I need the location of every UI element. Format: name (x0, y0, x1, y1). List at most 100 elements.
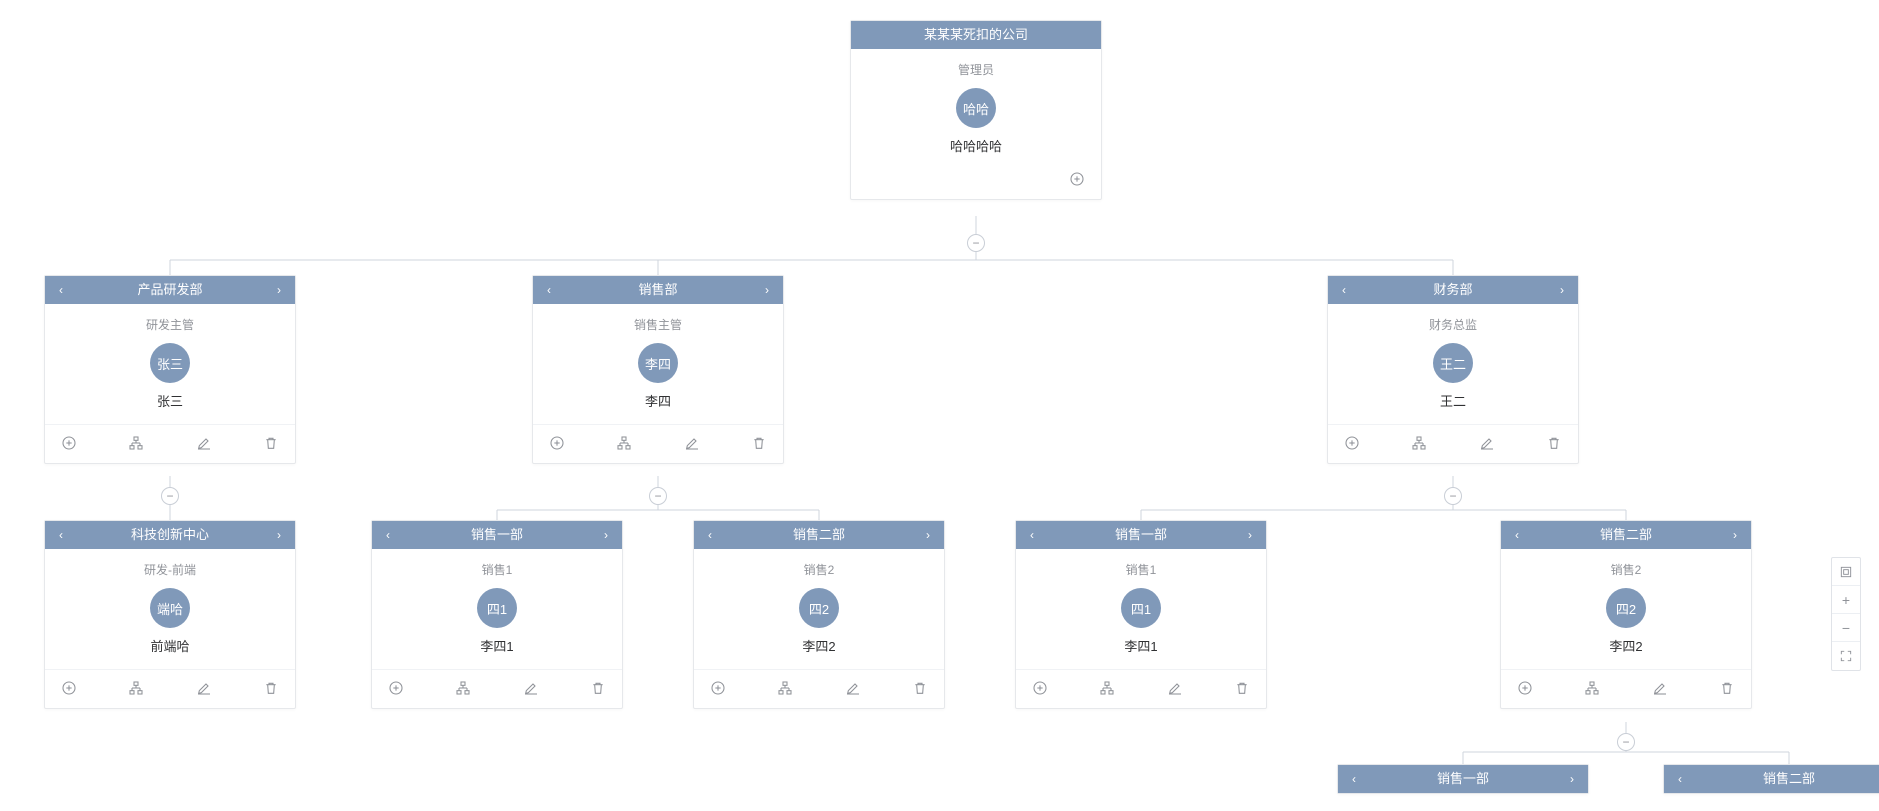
node-footer (45, 669, 295, 708)
prev-sibling-button[interactable]: ‹ (1668, 765, 1692, 793)
node-header: ‹ 销售部 › (533, 276, 783, 304)
hierarchy-button[interactable] (1409, 433, 1429, 453)
prev-sibling-button[interactable]: ‹ (376, 521, 400, 549)
delete-button[interactable] (1232, 678, 1252, 698)
org-node-level4-2: ‹ 销售二部 › (1663, 764, 1879, 794)
role-label: 财务总监 (1338, 316, 1568, 333)
add-button[interactable] (59, 433, 79, 453)
prev-sibling-button[interactable]: ‹ (1342, 765, 1366, 793)
add-button[interactable] (59, 678, 79, 698)
next-sibling-button[interactable]: › (267, 276, 291, 304)
edit-button[interactable] (1477, 433, 1497, 453)
next-sibling-button[interactable]: › (755, 276, 779, 304)
delete-button[interactable] (910, 678, 930, 698)
delete-button[interactable] (1544, 433, 1564, 453)
node-body: 销售2 四2 李四2 (1501, 549, 1751, 669)
edit-button[interactable] (194, 678, 214, 698)
role-label: 销售1 (1026, 561, 1256, 578)
next-sibling-button[interactable]: › (594, 521, 618, 549)
node-header: ‹ 销售一部 › (1338, 765, 1588, 793)
hierarchy-button[interactable] (775, 678, 795, 698)
minus-icon: − (166, 490, 173, 502)
node-body: 销售1 四1 李四1 (1016, 549, 1266, 669)
org-node-rd: ‹ 产品研发部 › 研发主管 张三 张三 (44, 275, 296, 464)
fit-screen-button[interactable] (1832, 558, 1860, 586)
minus-icon: − (1622, 736, 1629, 748)
node-body: 销售1 四1 李四1 (372, 549, 622, 669)
org-node-sales: ‹ 销售部 › 销售主管 李四 李四 (532, 275, 784, 464)
minus-icon: − (972, 237, 979, 249)
node-header: ‹ 财务部 › (1328, 276, 1578, 304)
prev-sibling-button[interactable]: ‹ (1332, 276, 1356, 304)
hierarchy-button[interactable] (126, 678, 146, 698)
avatar: 哈哈 (956, 88, 996, 128)
collapse-toggle[interactable]: − (161, 487, 179, 505)
org-node-finance: ‹ 财务部 › 财务总监 王二 王二 (1327, 275, 1579, 464)
node-title: 财务部 (1433, 282, 1472, 297)
prev-sibling-button[interactable]: ‹ (1020, 521, 1044, 549)
avatar: 四1 (477, 588, 517, 628)
prev-sibling-button[interactable]: ‹ (698, 521, 722, 549)
add-child-button[interactable] (1067, 169, 1087, 189)
hierarchy-button[interactable] (614, 433, 634, 453)
node-title: 销售二部 (1763, 771, 1815, 786)
prev-sibling-button[interactable]: ‹ (1505, 521, 1529, 549)
person-name: 哈哈哈哈 (861, 136, 1091, 155)
delete-button[interactable] (588, 678, 608, 698)
delete-button[interactable] (749, 433, 769, 453)
edit-button[interactable] (843, 678, 863, 698)
next-sibling-button[interactable]: › (916, 521, 940, 549)
delete-button[interactable] (1717, 678, 1737, 698)
prev-sibling-button[interactable]: ‹ (49, 521, 73, 549)
edit-button[interactable] (521, 678, 541, 698)
next-sibling-button[interactable]: › (1560, 765, 1584, 793)
next-sibling-button[interactable]: › (1550, 276, 1574, 304)
add-button[interactable] (1515, 678, 1535, 698)
node-title: 销售一部 (1437, 771, 1489, 786)
delete-button[interactable] (261, 678, 281, 698)
minus-icon: − (1842, 620, 1850, 636)
hierarchy-button[interactable] (1097, 678, 1117, 698)
node-body: 销售主管 李四 李四 (533, 304, 783, 424)
node-footer (851, 169, 1101, 199)
edit-button[interactable] (1165, 678, 1185, 698)
node-footer (1328, 424, 1578, 463)
prev-sibling-button[interactable]: ‹ (537, 276, 561, 304)
org-chart: − − − − − 某某某死扣的公司 管理员 哈哈 哈哈哈哈 ‹ 产品研发部 ›… (0, 0, 1879, 811)
collapse-toggle[interactable]: − (649, 487, 667, 505)
node-header: ‹ 销售一部 › (372, 521, 622, 549)
node-body: 财务总监 王二 王二 (1328, 304, 1578, 424)
node-footer (372, 669, 622, 708)
delete-button[interactable] (261, 433, 281, 453)
zoom-out-button[interactable]: − (1832, 614, 1860, 642)
node-footer (45, 424, 295, 463)
add-button[interactable] (708, 678, 728, 698)
collapse-toggle[interactable]: − (1444, 487, 1462, 505)
next-sibling-button[interactable]: › (267, 521, 291, 549)
collapse-toggle[interactable]: − (1617, 733, 1635, 751)
node-footer (533, 424, 783, 463)
node-title: 某某某死扣的公司 (924, 27, 1028, 42)
add-button[interactable] (1342, 433, 1362, 453)
hierarchy-button[interactable] (453, 678, 473, 698)
avatar: 四2 (1606, 588, 1646, 628)
add-button[interactable] (386, 678, 406, 698)
zoom-in-button[interactable]: + (1832, 586, 1860, 614)
minus-icon: − (1449, 490, 1456, 502)
add-button[interactable] (1030, 678, 1050, 698)
hierarchy-button[interactable] (126, 433, 146, 453)
role-label: 管理员 (861, 61, 1091, 78)
edit-button[interactable] (194, 433, 214, 453)
edit-button[interactable] (682, 433, 702, 453)
collapse-toggle[interactable]: − (967, 234, 985, 252)
edit-button[interactable] (1650, 678, 1670, 698)
prev-sibling-button[interactable]: ‹ (49, 276, 73, 304)
fullscreen-button[interactable] (1832, 642, 1860, 670)
view-controls: + − (1831, 557, 1861, 671)
hierarchy-button[interactable] (1582, 678, 1602, 698)
next-sibling-button[interactable]: › (1723, 521, 1747, 549)
avatar: 四1 (1121, 588, 1161, 628)
role-label: 研发主管 (55, 316, 285, 333)
next-sibling-button[interactable]: › (1238, 521, 1262, 549)
add-button[interactable] (547, 433, 567, 453)
